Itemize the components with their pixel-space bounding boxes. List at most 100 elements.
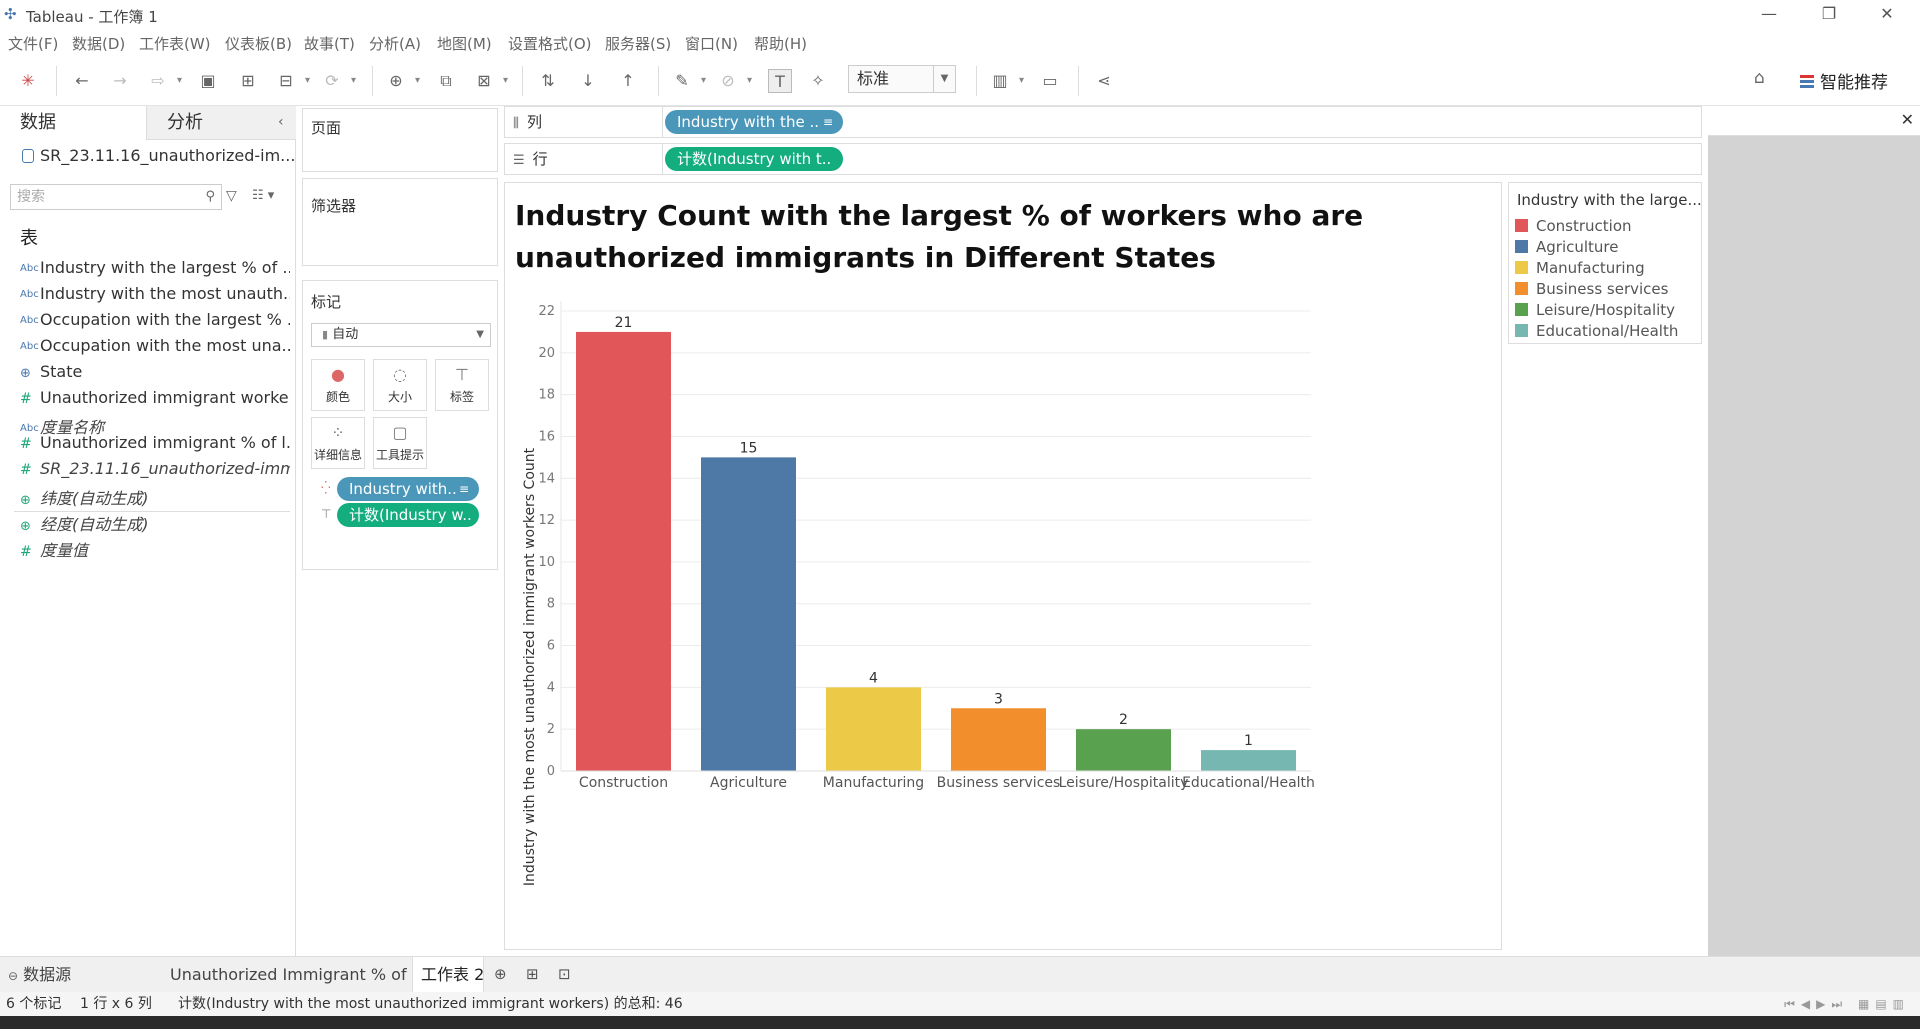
legend-item[interactable]: Manufacturing — [1515, 259, 1645, 277]
pill-rows-count[interactable]: 计数(Industry with t.. — [665, 147, 843, 171]
string-type-icon: Abc — [20, 289, 39, 300]
menu-analysis[interactable]: 分析(A) — [369, 33, 421, 54]
size-button[interactable]: ◌ 大小 — [373, 359, 427, 411]
datasource-icon — [22, 149, 34, 163]
sort-ascending-icon[interactable]: ↓ — [576, 69, 600, 93]
refresh-icon[interactable]: ⟳ — [320, 69, 356, 93]
save-icon[interactable]: ▣ — [196, 69, 220, 93]
search-icon: ⚲ — [205, 189, 215, 204]
pill-color-industry[interactable]: Industry with.. ≡ — [337, 477, 479, 501]
collapse-pane-icon[interactable]: ‹ — [278, 114, 284, 130]
group-members-icon[interactable]: ⊘ — [716, 69, 752, 93]
swap-rows-columns-icon[interactable]: ⇅ — [536, 69, 560, 93]
undo-icon[interactable]: ← — [70, 69, 94, 93]
legend-item[interactable]: Agriculture — [1515, 238, 1619, 256]
columns-icon: ⫼ — [513, 116, 519, 131]
legend-item[interactable]: Educational/Health — [1515, 322, 1678, 340]
rows-shelf[interactable]: ☰ 行 计数(Industry with t.. — [504, 143, 1702, 175]
menu-format[interactable]: 设置格式(O) — [508, 33, 592, 54]
fix-axes-icon[interactable]: ✧ — [806, 69, 830, 93]
field-label: Industry with the most unauth... — [40, 284, 290, 303]
tooltip-button[interactable]: ▢ 工具提示 — [373, 417, 427, 469]
tab-data[interactable]: 数据 — [0, 106, 146, 140]
redo-icon[interactable]: → — [108, 69, 132, 93]
pages-card[interactable]: 页面 — [302, 108, 498, 172]
menu-worksheet[interactable]: 工作表(W) — [139, 33, 211, 54]
tab-sheet-1[interactable]: Unauthorized Immigrant % of ... — [162, 957, 427, 993]
label-button[interactable]: ⊤ 标签 — [435, 359, 489, 411]
new-dashboard-icon[interactable]: ⊞ — [526, 965, 539, 983]
size-icon: ◌ — [393, 365, 407, 384]
filter-icon[interactable]: ▽ — [226, 188, 237, 204]
close-icon[interactable]: ✕ — [1901, 110, 1914, 129]
filters-card[interactable]: 筛选器 — [302, 178, 498, 266]
filters-card-title: 筛选器 — [311, 197, 357, 215]
highlight-icon[interactable]: ✎ — [670, 69, 706, 93]
legend-item[interactable]: Construction — [1515, 217, 1632, 235]
menu-window[interactable]: 窗口(N) — [685, 33, 738, 54]
close-button[interactable]: ✕ — [1864, 0, 1910, 30]
fit-select[interactable]: 标准 ▼ — [848, 65, 956, 93]
legend-item[interactable]: Business services — [1515, 280, 1668, 298]
field-occupation-most[interactable]: AbcOccupation with the most una... — [20, 336, 290, 358]
tab-sheet-2[interactable]: 工作表 2 — [412, 957, 484, 993]
format-painter-icon[interactable]: ⌂ — [1754, 68, 1765, 88]
datasource-item[interactable]: SR_23.11.16_unauthorized-im... — [22, 146, 295, 165]
mark-type-select[interactable]: ▮ 自动 ▼ — [311, 323, 491, 347]
field-record-count[interactable]: # SR_23.11.16_unauthorized-immigr... — [20, 459, 290, 481]
menu-map[interactable]: 地图(M) — [437, 33, 492, 54]
new-worksheet-icon[interactable]: ⊕ — [494, 965, 507, 983]
menu-story[interactable]: 故事(T) — [304, 33, 355, 54]
presentation-mode-icon[interactable]: ▭ — [1038, 69, 1062, 93]
replay-icon[interactable]: ⇨ — [146, 69, 182, 93]
pill-columns-industry[interactable]: Industry with the .. ≡ — [665, 110, 843, 134]
tab-datasource[interactable]: ⊖ 数据源 — [0, 957, 160, 993]
field-occupation-largest[interactable]: AbcOccupation with the largest % ... — [20, 310, 290, 332]
sort-descending-icon[interactable]: ↑ — [616, 69, 640, 93]
sort-icon: ≡ — [458, 482, 469, 496]
detail-button[interactable]: ⁘ 详细信息 — [311, 417, 365, 469]
pill-label-count[interactable]: 计数(Industry w.. — [337, 503, 479, 527]
rows-icon: ☰ — [513, 153, 525, 168]
new-story-icon[interactable]: ⊡ — [558, 965, 571, 983]
new-worksheet-icon[interactable]: ⊕ — [384, 69, 420, 93]
color-icon: ● — [331, 365, 345, 384]
field-label: Industry with the largest % of ... — [40, 258, 290, 277]
minimize-button[interactable]: — — [1746, 0, 1792, 30]
view-options-icon[interactable]: ☷ ▾ — [252, 188, 274, 203]
columns-shelf[interactable]: ⫼ 列 Industry with the .. ≡ — [504, 106, 1702, 138]
menu-data[interactable]: 数据(D) — [72, 33, 125, 54]
color-button[interactable]: ● 颜色 — [311, 359, 365, 411]
menu-server[interactable]: 服务器(S) — [605, 33, 671, 54]
menu-file[interactable]: 文件(F) — [8, 33, 58, 54]
tab-analysis[interactable]: 分析 — [146, 106, 296, 140]
restore-button[interactable]: ❐ — [1806, 0, 1852, 30]
field-unauthorized-percent[interactable]: # Unauthorized immigrant % of l... — [20, 433, 290, 455]
menu-dashboard[interactable]: 仪表板(B) — [225, 33, 292, 54]
menu-help[interactable]: 帮助(H) — [754, 33, 807, 54]
columns-shelf-label: ⫼ 列 — [505, 107, 663, 137]
tableau-home-icon[interactable]: ✳ — [16, 69, 40, 93]
duplicate-sheet-icon[interactable]: ⧉ — [434, 69, 458, 93]
new-datasource-icon[interactable]: ⊞ — [236, 69, 260, 93]
legend-item[interactable]: Leisure/Hospitality — [1515, 301, 1675, 319]
clear-sheet-icon[interactable]: ⊠ — [472, 69, 508, 93]
field-unauthorized-workers[interactable]: # Unauthorized immigrant workers — [20, 388, 290, 410]
field-state[interactable]: ⊕ State — [20, 362, 290, 384]
field-industry-largest[interactable]: AbcIndustry with the largest % of ... — [20, 258, 290, 280]
field-longitude[interactable]: ⊕ 经度(自动生成) — [20, 511, 290, 533]
field-measure-values[interactable]: # 度量值 — [20, 537, 290, 559]
share-icon[interactable]: ⋖ — [1092, 69, 1116, 93]
show-mark-labels-icon[interactable]: T — [768, 69, 792, 93]
show-cards-icon[interactable]: ▥ — [988, 69, 1024, 93]
show-me-button[interactable]: 智能推荐 — [1800, 68, 1888, 93]
field-latitude[interactable]: ⊕ 纬度(自动生成) — [20, 485, 290, 507]
search-input[interactable]: 搜索 ⚲ — [10, 184, 222, 210]
sheet-nav-controls[interactable]: ⏮◀▶⏭ ▦▤▥ — [1784, 992, 1910, 1016]
x-tick-label: Manufacturing — [823, 775, 924, 791]
legend-swatch — [1515, 324, 1528, 337]
field-label: Unauthorized immigrant % of l... — [40, 433, 290, 452]
pause-update-icon[interactable]: ⊟ — [274, 69, 310, 93]
tooltip-icon: ▢ — [392, 423, 408, 442]
field-industry-most[interactable]: AbcIndustry with the most unauth... — [20, 284, 290, 306]
